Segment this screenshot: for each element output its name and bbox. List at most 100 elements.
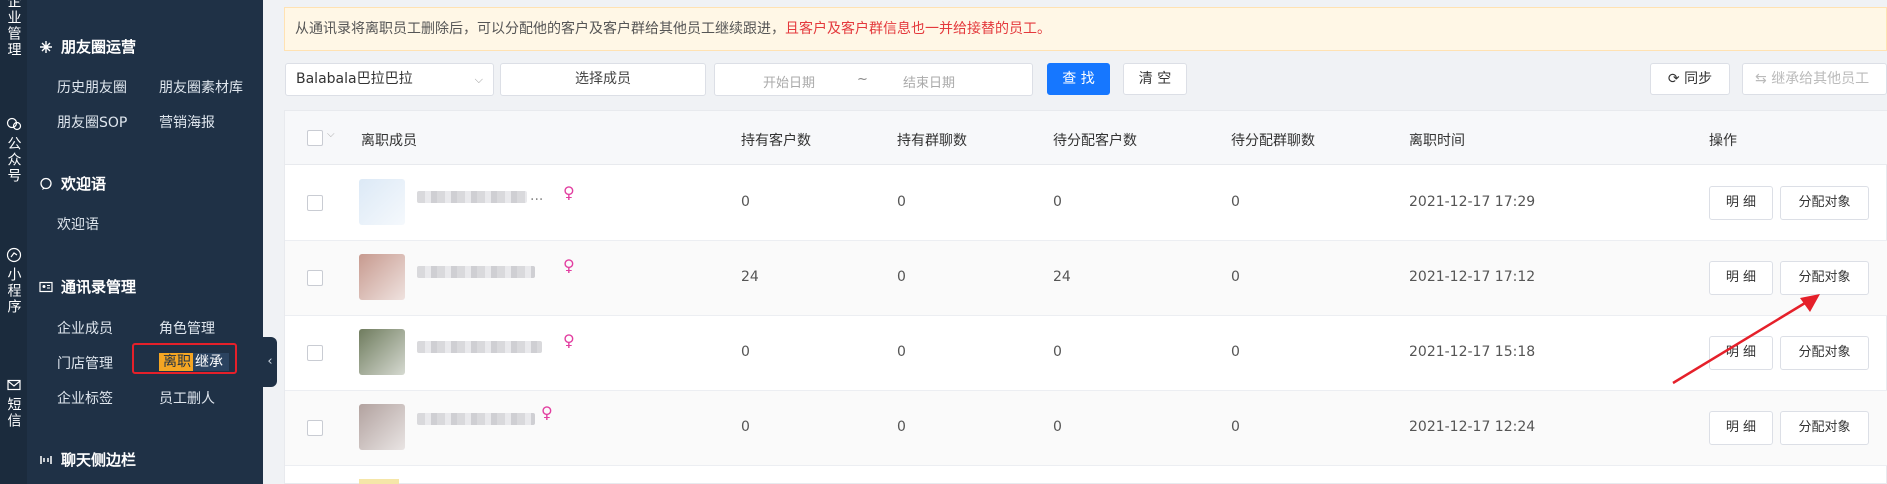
menu-item-marketing-poster[interactable]: 营销海报 xyxy=(159,112,215,132)
miniprogram-icon xyxy=(6,247,21,263)
chevron-down-icon[interactable]: ⌵ xyxy=(327,129,335,140)
pending-customer-count: 0 xyxy=(1053,194,1062,210)
assign-button[interactable]: 分配对象 xyxy=(1780,411,1869,445)
pending-customer-count: 24 xyxy=(1053,269,1071,285)
group-count: 0 xyxy=(897,269,906,285)
module-rail: 企业管理 公众号 小程序 短信 xyxy=(0,0,27,484)
detail-button[interactable]: 明 细 xyxy=(1709,186,1773,220)
blurred-member-name xyxy=(417,341,542,353)
column-header-resign-time: 离职时间 xyxy=(1409,133,1465,149)
menu-item-enterprise-tags[interactable]: 企业标签 xyxy=(57,388,113,408)
transfer-button[interactable]: ⇆ 继承给其他员工 xyxy=(1742,63,1887,95)
menu-item-enterprise-members[interactable]: 企业成员 xyxy=(57,318,113,338)
sync-button[interactable]: ⟳ 同步 xyxy=(1650,63,1730,95)
notice-warning-text: 且客户及客户群信息也一并给接替的员工。 xyxy=(785,21,1051,37)
rail-official-account[interactable]: 公众号 xyxy=(0,116,27,184)
menu-item-moments-sop[interactable]: 朋友圈SOP xyxy=(57,112,127,132)
member-select[interactable]: 选择成员 xyxy=(500,63,706,96)
menu-item-welcome[interactable]: 欢迎语 xyxy=(57,214,99,234)
pending-group-count: 0 xyxy=(1231,194,1240,210)
date-separator: ~ xyxy=(857,72,868,87)
wechat-icon xyxy=(6,117,21,131)
rail-official-account-label: 公众号 xyxy=(5,136,22,184)
assign-button[interactable]: 分配对象 xyxy=(1780,186,1869,220)
chat-sidebar-icon xyxy=(40,455,52,464)
end-date-placeholder: 结束日期 xyxy=(903,76,956,91)
avatar xyxy=(359,329,405,375)
company-select[interactable]: Balabala巴拉巴拉 ⌵ xyxy=(285,63,494,96)
clear-button[interactable]: 清 空 xyxy=(1123,63,1187,95)
transfer-icon: ⇆ xyxy=(1755,71,1767,87)
rail-miniprogram-label: 小程序 xyxy=(5,267,22,315)
menu-item-role-management[interactable]: 角色管理 xyxy=(159,318,215,338)
table-row: ♀ 24 0 24 0 2021-12-17 17:12 明 细 分配对象 xyxy=(285,241,1887,316)
menu-group-moments-title: 朋友圈运营 xyxy=(61,38,137,56)
blurred-member-name xyxy=(417,413,535,425)
menu-group-welcome[interactable]: 欢迎语 xyxy=(39,173,106,194)
customer-count: 24 xyxy=(741,269,759,285)
resign-time: 2021-12-17 15:18 xyxy=(1409,344,1536,360)
avatar xyxy=(359,254,405,300)
column-header-customers: 持有客户数 xyxy=(741,133,811,149)
row-checkbox[interactable] xyxy=(307,195,323,211)
female-icon: ♀ xyxy=(563,256,575,275)
female-icon: ♀ xyxy=(563,183,575,202)
customer-count: 0 xyxy=(741,419,750,435)
group-count: 0 xyxy=(897,194,906,210)
menu-group-chatbar-title: 聊天侧边栏 xyxy=(61,451,137,469)
menu-item-store-management[interactable]: 门店管理 xyxy=(57,353,113,373)
menu-item-history-moments[interactable]: 历史朋友圈 xyxy=(57,77,127,97)
resign-time: 2021-12-17 17:29 xyxy=(1409,194,1536,210)
column-header-pending-groups: 待分配群聊数 xyxy=(1231,133,1315,149)
female-icon: ♀ xyxy=(563,331,575,350)
row-checkbox[interactable] xyxy=(307,420,323,436)
pending-customer-count: 0 xyxy=(1053,419,1062,435)
rail-miniprogram[interactable]: 小程序 xyxy=(0,247,27,315)
menu-item-staff-delete-customer[interactable]: 员工删人 xyxy=(159,388,215,408)
chevron-left-icon: ‹ xyxy=(267,354,273,369)
chat-bubble-icon xyxy=(40,177,52,190)
group-count: 0 xyxy=(897,419,906,435)
detail-button[interactable]: 明 细 xyxy=(1709,261,1773,295)
company-select-value: Balabala巴拉巴拉 xyxy=(296,71,413,87)
blurred-member-name xyxy=(417,191,527,203)
menu-item-moments-library[interactable]: 朋友圈素材库 xyxy=(159,77,243,97)
sidebar-collapse-button[interactable]: ‹ xyxy=(263,337,277,387)
menu-group-chatbar[interactable]: 聊天侧边栏 xyxy=(39,449,136,470)
annotation-highlight-box xyxy=(132,343,237,374)
rail-sms[interactable]: 短信 xyxy=(0,377,27,429)
female-icon: ♀ xyxy=(541,403,553,422)
contacts-card-icon xyxy=(39,281,53,292)
search-button[interactable]: 查 找 xyxy=(1047,63,1110,95)
detail-button[interactable]: 明 细 xyxy=(1709,411,1773,445)
detail-button[interactable]: 明 细 xyxy=(1709,336,1773,370)
sync-button-label: 同步 xyxy=(1684,71,1713,87)
menu-group-welcome-title: 欢迎语 xyxy=(61,175,107,193)
table-row: ♀ 0 0 0 0 2021-12-17 15:18 明 细 分配对象 xyxy=(285,316,1887,391)
filter-bar: Balabala巴拉巴拉 ⌵ 选择成员 开始日期 ~ 结束日期 查 找 清 空 … xyxy=(284,63,1887,97)
rail-enterprise[interactable]: 企业管理 xyxy=(0,0,27,58)
pending-group-count: 0 xyxy=(1231,344,1240,360)
column-header-member: 离职成员 xyxy=(361,133,417,149)
rail-sms-label: 短信 xyxy=(5,397,22,429)
date-range-picker[interactable]: 开始日期 ~ 结束日期 xyxy=(714,63,1033,96)
menu-group-moments[interactable]: 朋友圈运营 xyxy=(39,36,136,57)
menu-group-contacts-title: 通讯录管理 xyxy=(61,278,137,296)
row-checkbox[interactable] xyxy=(307,345,323,361)
group-count: 0 xyxy=(897,344,906,360)
avatar xyxy=(359,179,405,225)
assign-button[interactable]: 分配对象 xyxy=(1780,261,1869,295)
resign-time: 2021-12-17 12:24 xyxy=(1409,419,1536,435)
select-all-checkbox[interactable] xyxy=(307,130,323,146)
avatar xyxy=(359,404,405,450)
customer-count: 0 xyxy=(741,194,750,210)
column-header-actions: 操作 xyxy=(1709,133,1737,149)
pending-group-count: 0 xyxy=(1231,269,1240,285)
menu-group-contacts[interactable]: 通讯录管理 xyxy=(39,276,136,297)
assign-button[interactable]: 分配对象 xyxy=(1780,336,1869,370)
moments-icon xyxy=(40,40,52,53)
row-checkbox[interactable] xyxy=(307,270,323,286)
chevron-down-icon: ⌵ xyxy=(474,73,483,86)
partial-avatar xyxy=(359,479,399,484)
notice-banner: 从通讯录将离职员工删除后，可以分配他的客户及客户群给其他员工继续跟进，且客户及客… xyxy=(284,7,1887,51)
